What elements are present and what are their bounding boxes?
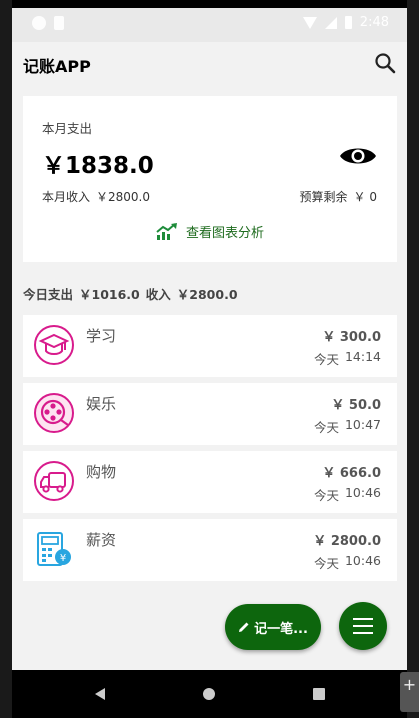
emulator-side-tab[interactable]: + [400,672,419,712]
system-nav-bar [12,670,407,718]
record-row-shopping[interactable]: 购物 ￥ 666.0 今天 10:46 [23,451,397,513]
record-clock: 14:14 [344,349,381,364]
month-income-value: ￥2800.0 [96,190,151,204]
back-icon[interactable] [95,688,105,700]
record-amount: ￥ 2800.0 [313,534,381,549]
record-row-salary[interactable]: ¥ 薪资 ￥ 2800.0 今天 10:46 [23,519,397,581]
record-button[interactable]: 记一笔... [225,604,321,650]
month-income: 本月收入 ￥2800.0 [42,188,150,205]
salary-icon: ¥ [37,532,71,566]
today-income-label: 收入 [145,287,171,302]
record-clock: 10:46 [344,485,381,500]
record-day: 今天 [313,420,339,435]
shopping-icon [34,461,74,501]
monthly-summary-card: 本月支出 ￥ 1838.0 本月收入 ￥2800.0 预算剩余 ￥ 0 查看图表… [23,96,397,262]
trending-up-icon [156,222,177,240]
eye-icon[interactable] [339,144,377,168]
battery-icon [344,16,352,29]
device-frame: 2:48 记账APP 本月支出 ￥ 1838.0 本月收入 ￥2800.0 预算… [12,0,407,718]
today-expense-label: 今日支出 [23,287,74,302]
signal-icon [324,16,337,29]
record-category: 学习 [86,327,117,345]
entertainment-icon [34,393,74,433]
svg-text:¥: ¥ [60,553,66,564]
record-time: 今天 14:14 [314,349,381,368]
record-time: 今天 10:46 [314,485,381,504]
record-row-entertainment[interactable]: 娱乐 ￥ 50.0 今天 10:47 [23,383,397,445]
record-day: 今天 [313,556,339,571]
month-expense-value: 1838.0 [65,153,154,179]
budget-value: ￥ 0 [353,190,377,204]
chart-analysis-label: 查看图表分析 [185,226,264,241]
today-income-value: ￥2800.0 [176,287,238,302]
record-row-study[interactable]: 学习 ￥ 300.0 今天 14:14 [23,315,397,377]
app-title: 记账APP [23,57,91,76]
today-expense-value: ￥1016.0 [79,287,140,302]
record-category: 薪资 [86,531,117,549]
record-day: 今天 [313,352,339,367]
study-icon [34,325,74,365]
currency-symbol: ￥ [42,153,65,179]
today-summary: 今日支出 ￥1016.0 收入 ￥2800.0 [23,284,238,303]
month-expense-label: 本月支出 [42,121,93,136]
recent-apps-icon[interactable] [313,688,325,700]
record-clock: 10:47 [344,417,381,432]
sd-card-icon [54,16,64,30]
record-category: 购物 [86,463,117,481]
record-time: 今天 10:46 [314,553,381,572]
record-amount: ￥ 50.0 [331,398,381,413]
record-list: 学习 ￥ 300.0 今天 14:14 娱乐 ￥ 50.0 今天 10:47 购… [23,315,397,587]
wifi-icon [302,16,317,29]
record-amount: ￥ 300.0 [322,330,381,345]
month-income-label: 本月收入 [42,190,91,204]
status-time: 2:48 [359,15,389,30]
record-amount: ￥ 666.0 [322,466,381,481]
budget-remaining: 预算剩余 ￥ 0 [300,188,377,205]
status-bar: 2:48 [12,8,407,42]
record-day: 今天 [313,488,339,503]
budget-label: 预算剩余 [299,190,348,204]
search-icon[interactable] [373,51,397,75]
home-icon[interactable] [203,688,215,700]
pencil-icon [239,622,249,632]
month-expense-amount: ￥ 1838.0 [42,146,154,180]
menu-button[interactable] [339,602,387,650]
chart-analysis-link[interactable]: 查看图表分析 [23,222,397,241]
app-screen: 2:48 记账APP 本月支出 ￥ 1838.0 本月收入 ￥2800.0 预算… [12,8,407,670]
app-bar: 记账APP [12,42,407,86]
record-clock: 10:46 [344,553,381,568]
record-time: 今天 10:47 [314,417,381,436]
notification-icon [32,16,46,30]
record-category: 娱乐 [86,395,117,413]
menu-icon [353,618,373,634]
record-button-label: 记一笔... [254,621,308,637]
